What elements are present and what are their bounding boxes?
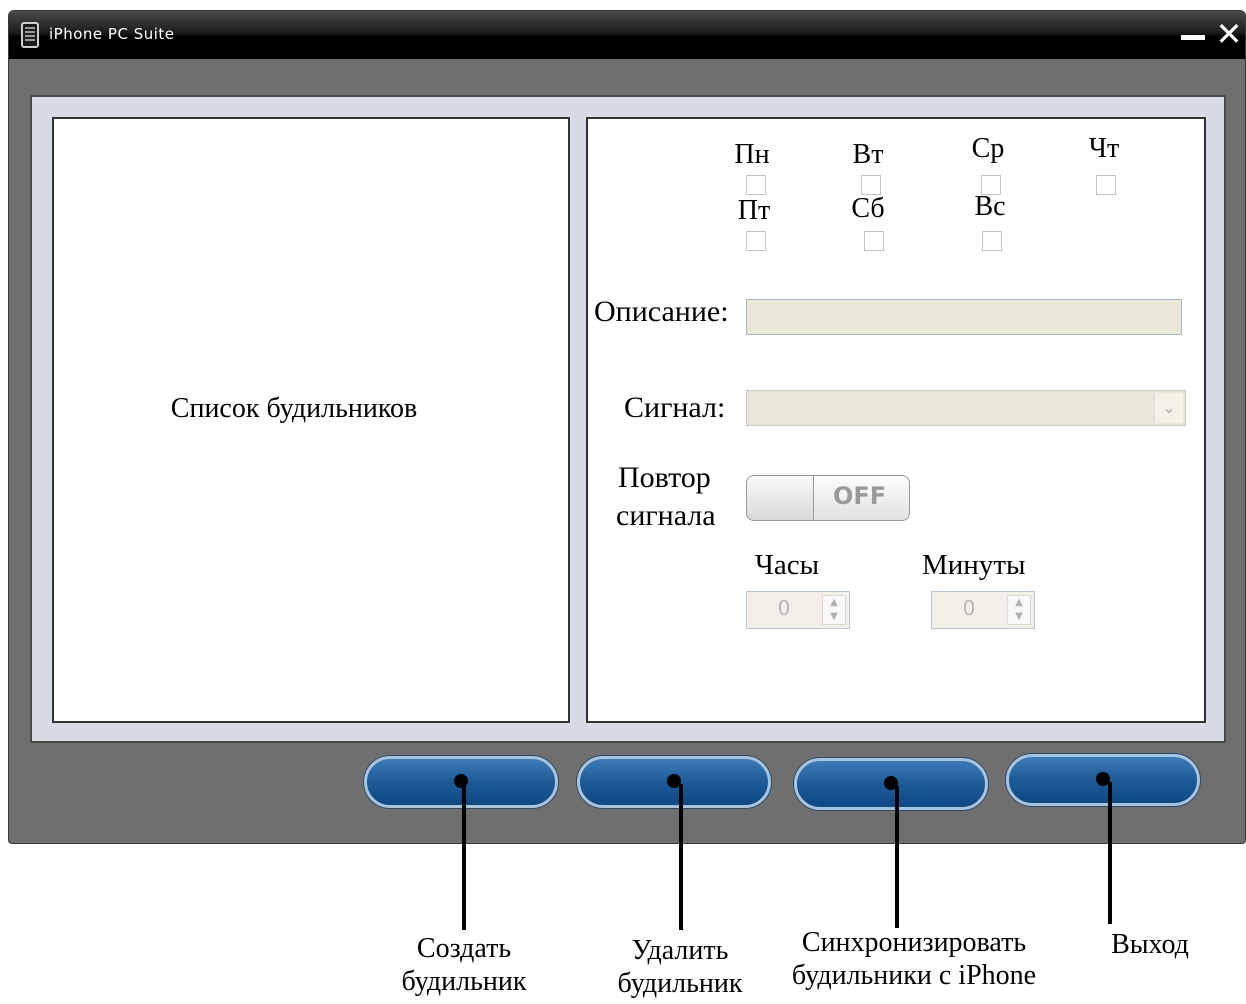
hours-value: 0 bbox=[777, 596, 791, 620]
minutes-stepper[interactable]: 0 ▲ ▼ bbox=[931, 591, 1035, 629]
signal-select[interactable]: ⌄ bbox=[746, 390, 1186, 426]
updown-icon[interactable]: ▲ ▼ bbox=[822, 595, 846, 625]
phone-icon bbox=[21, 22, 39, 48]
title-bar[interactable]: iPhone PC Suite ✕ bbox=[9, 11, 1245, 59]
sync-alarms-button[interactable] bbox=[794, 758, 988, 810]
day-checkbox-sun[interactable] bbox=[982, 231, 1002, 251]
minutes-label: Минуты bbox=[922, 549, 1026, 581]
app-window: iPhone PC Suite ✕ Список будильников Пн … bbox=[8, 10, 1246, 844]
description-input[interactable] bbox=[746, 299, 1182, 335]
alarm-form: Пн Вт Ср Чт Пт Сб Вс Описание: Сигнал: ⌄ bbox=[586, 117, 1206, 723]
toggle-state: OFF bbox=[833, 482, 887, 510]
signal-label: Сигнал: bbox=[624, 391, 726, 424]
alarm-list[interactable]: Список будильников bbox=[52, 117, 570, 723]
day-checkbox-thu[interactable] bbox=[1096, 175, 1116, 195]
leader-line bbox=[1108, 782, 1112, 924]
repeat-label: Повтор сигнала bbox=[616, 459, 716, 535]
callout-create-line2: будильник bbox=[401, 966, 527, 997]
callout-delete: Удалить будильник bbox=[580, 934, 780, 1000]
repeat-label-line2: сигнала bbox=[616, 499, 716, 532]
description-label: Описание: bbox=[594, 295, 729, 328]
day-checkbox-mon[interactable] bbox=[746, 175, 766, 195]
close-icon[interactable]: ✕ bbox=[1214, 17, 1244, 51]
window-title: iPhone PC Suite bbox=[49, 25, 175, 43]
day-label-thu: Чт bbox=[1088, 133, 1120, 164]
alarm-list-title: Список будильников bbox=[170, 393, 418, 424]
updown-icon[interactable]: ▲ ▼ bbox=[1007, 595, 1031, 625]
day-checkbox-tue[interactable] bbox=[861, 175, 881, 195]
day-label-tue: Вт bbox=[852, 139, 884, 170]
callout-create-line1: Создать bbox=[416, 933, 512, 964]
repeat-toggle[interactable]: OFF bbox=[746, 475, 910, 521]
day-checkbox-fri[interactable] bbox=[746, 231, 766, 251]
repeat-label-line1: Повтор bbox=[618, 461, 711, 494]
hours-label: Часы bbox=[755, 549, 820, 581]
hours-stepper[interactable]: 0 ▲ ▼ bbox=[746, 591, 850, 629]
day-label-wed: Ср bbox=[971, 133, 1005, 164]
callout-delete-line2: будильник bbox=[617, 968, 743, 999]
day-label-sat: Сб bbox=[851, 193, 885, 224]
minutes-value: 0 bbox=[962, 596, 976, 620]
leader-line bbox=[895, 786, 899, 928]
exit-button[interactable] bbox=[1006, 754, 1200, 806]
callout-sync-line1: Синхронизировать bbox=[801, 927, 1027, 958]
callout-delete-line1: Удалить bbox=[631, 935, 729, 966]
callout-create: Создать будильник bbox=[364, 932, 564, 998]
content-panel: Список будильников Пн Вт Ср Чт Пт Сб Вс … bbox=[30, 95, 1226, 743]
day-label-mon: Пн bbox=[734, 139, 770, 170]
leader-line bbox=[679, 784, 683, 930]
day-label-fri: Пт bbox=[737, 195, 771, 226]
minimize-icon[interactable] bbox=[1179, 21, 1209, 51]
toggle-knob[interactable] bbox=[747, 476, 814, 520]
callout-sync-line2: будильники с iPhone bbox=[791, 960, 1037, 991]
chevron-down-icon[interactable]: ⌄ bbox=[1154, 393, 1183, 423]
callout-sync: Синхронизировать будильники с iPhone bbox=[764, 926, 1064, 992]
delete-alarm-button[interactable] bbox=[577, 756, 771, 808]
create-alarm-button[interactable] bbox=[364, 756, 558, 808]
leader-line bbox=[462, 784, 466, 930]
day-label-sun: Вс bbox=[974, 191, 1006, 222]
day-checkbox-sat[interactable] bbox=[864, 231, 884, 251]
callout-exit: Выход bbox=[1111, 929, 1189, 960]
